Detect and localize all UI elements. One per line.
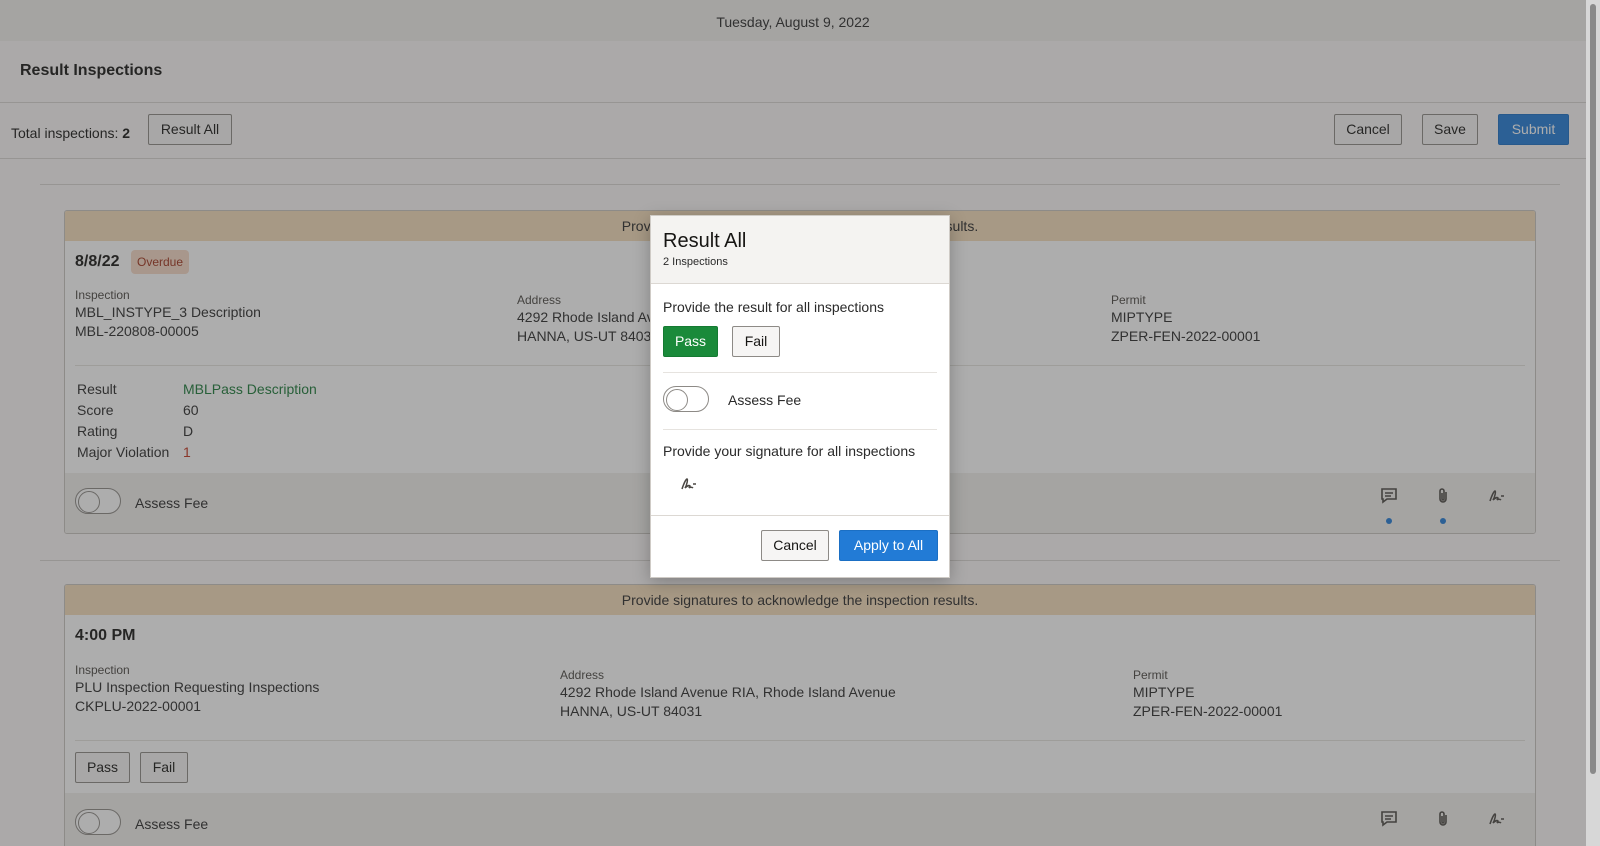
dialog-title: Result All bbox=[663, 230, 747, 252]
signature-prompt: Provide your signature for all inspectio… bbox=[663, 443, 916, 459]
scrollbar-thumb[interactable] bbox=[1590, 4, 1596, 774]
dialog-cancel-button[interactable]: Cancel bbox=[761, 530, 829, 561]
dialog-pass-button[interactable]: Pass bbox=[663, 326, 718, 357]
dialog-header: Result All 2 Inspections bbox=[651, 216, 949, 284]
dialog-divider bbox=[663, 372, 937, 373]
dialog-assess-fee-label: Assess Fee bbox=[728, 392, 802, 408]
dialog-subtitle: 2 Inspections bbox=[663, 256, 728, 268]
dialog-footer: Cancel Apply to All bbox=[651, 515, 949, 577]
signature-icon[interactable] bbox=[679, 474, 699, 494]
dialog-fail-button[interactable]: Fail bbox=[732, 326, 780, 357]
apply-to-all-button[interactable]: Apply to All bbox=[839, 530, 938, 561]
dialog-assess-fee-toggle[interactable] bbox=[663, 386, 709, 412]
result-all-dialog: Result All 2 Inspections Provide the res… bbox=[650, 215, 950, 578]
result-prompt: Provide the result for all inspections bbox=[663, 299, 884, 315]
dialog-divider bbox=[663, 429, 937, 430]
